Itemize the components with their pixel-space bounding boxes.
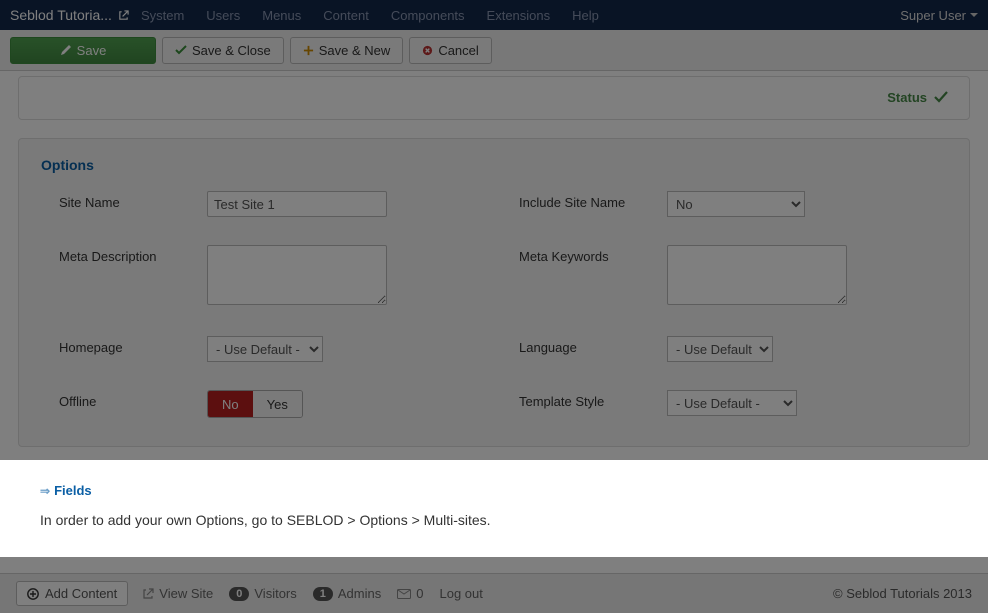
admins-count: 1 xyxy=(313,587,333,601)
save-new-button[interactable]: Save & New xyxy=(290,37,404,64)
menu-help[interactable]: Help xyxy=(572,8,599,23)
messages-item[interactable]: 0 xyxy=(397,586,423,601)
site-name-label: Site Name xyxy=(59,191,207,210)
admins-item[interactable]: 1 Admins xyxy=(313,586,381,601)
status-row: Status xyxy=(18,76,970,120)
mail-icon xyxy=(397,589,411,599)
brand[interactable]: Seblod Tutoria... xyxy=(10,7,129,23)
menu-components[interactable]: Components xyxy=(391,8,465,23)
user-label: Super User xyxy=(900,8,966,23)
external-link-icon xyxy=(142,588,154,600)
menu-menus[interactable]: Menus xyxy=(262,8,301,23)
logout-label: Log out xyxy=(439,586,482,601)
visitors-label: Visitors xyxy=(254,586,296,601)
user-menu[interactable]: Super User xyxy=(900,8,978,23)
plus-icon xyxy=(303,45,314,56)
site-name-input[interactable] xyxy=(207,191,387,217)
admins-label: Admins xyxy=(338,586,381,601)
check-icon xyxy=(933,89,949,105)
add-content-button[interactable]: Add Content xyxy=(16,581,128,606)
meta-description-label: Meta Description xyxy=(59,245,207,264)
menu-content[interactable]: Content xyxy=(323,8,369,23)
brand-label: Seblod Tutoria... xyxy=(10,7,112,23)
messages-count: 0 xyxy=(416,586,423,601)
language-label: Language xyxy=(519,336,667,355)
view-site-label: View Site xyxy=(159,586,213,601)
chevron-down-icon xyxy=(970,11,978,19)
meta-description-input[interactable] xyxy=(207,245,387,305)
arrow-right-icon: ⇒ xyxy=(40,484,50,498)
fields-note: In order to add your own Options, go to … xyxy=(40,512,948,528)
add-content-label: Add Content xyxy=(45,586,117,601)
fields-link-label: Fields xyxy=(54,483,92,498)
copyright: © Seblod Tutorials 2013 xyxy=(833,586,972,601)
close-icon xyxy=(422,45,433,56)
status-label: Status xyxy=(887,90,927,105)
save-new-label: Save & New xyxy=(319,43,391,58)
include-site-name-label: Include Site Name xyxy=(519,191,667,210)
offline-yes[interactable]: Yes xyxy=(253,391,302,417)
visitors-count: 0 xyxy=(229,587,249,601)
plus-circle-icon xyxy=(27,588,39,600)
homepage-label: Homepage xyxy=(59,336,207,355)
offline-no[interactable]: No xyxy=(208,391,253,417)
check-icon xyxy=(175,44,187,56)
pencil-icon xyxy=(60,44,72,56)
save-button[interactable]: Save xyxy=(10,37,156,64)
template-style-select[interactable]: - Use Default - xyxy=(667,390,797,416)
meta-keywords-input[interactable] xyxy=(667,245,847,305)
include-site-name-select[interactable]: No xyxy=(667,191,805,217)
visitors-item[interactable]: 0 Visitors xyxy=(229,586,297,601)
logout-link[interactable]: Log out xyxy=(439,586,482,601)
meta-keywords-label: Meta Keywords xyxy=(519,245,667,264)
fields-link[interactable]: ⇒ Fields xyxy=(40,483,948,498)
language-select[interactable]: - Use Default - xyxy=(667,336,773,362)
menu-system[interactable]: System xyxy=(141,8,184,23)
menu-extensions[interactable]: Extensions xyxy=(487,8,551,23)
save-close-label: Save & Close xyxy=(192,43,271,58)
save-label: Save xyxy=(77,43,107,58)
save-close-button[interactable]: Save & Close xyxy=(162,37,284,64)
cancel-button[interactable]: Cancel xyxy=(409,37,491,64)
offline-toggle[interactable]: No Yes xyxy=(207,390,303,418)
template-style-label: Template Style xyxy=(519,390,667,409)
view-site-link[interactable]: View Site xyxy=(142,586,213,601)
options-title: Options xyxy=(41,157,947,173)
offline-label: Offline xyxy=(59,390,207,409)
cancel-label: Cancel xyxy=(438,43,478,58)
menu-users[interactable]: Users xyxy=(206,8,240,23)
homepage-select[interactable]: - Use Default - xyxy=(207,336,323,362)
external-link-icon xyxy=(118,10,129,21)
